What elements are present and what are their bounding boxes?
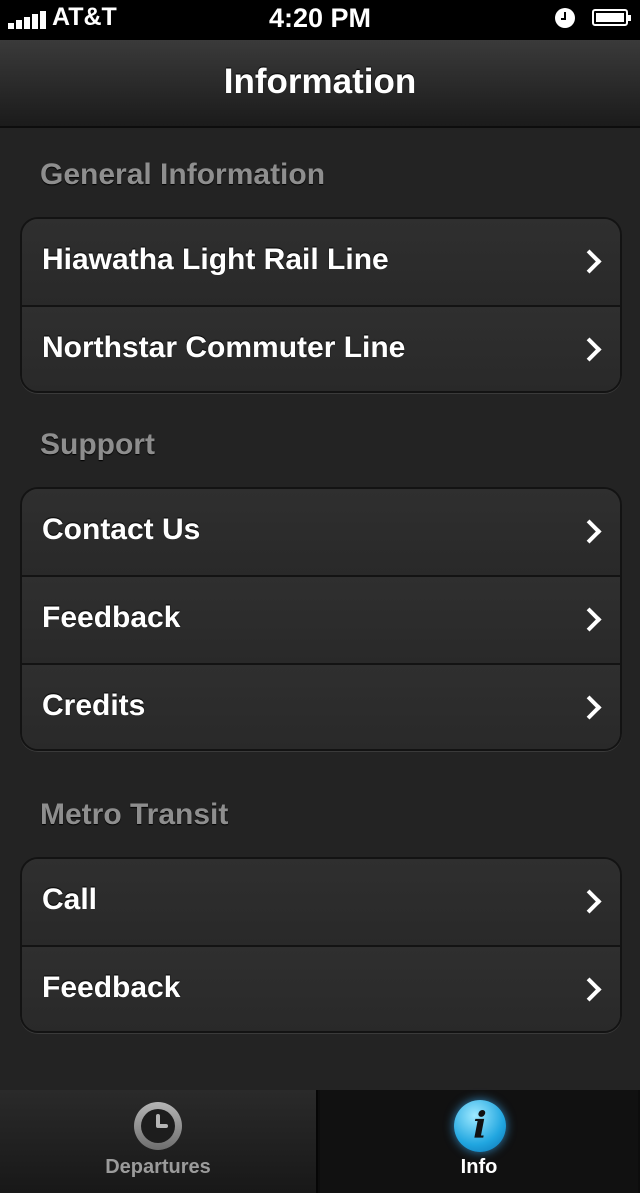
group-general-information: Hiawatha Light Rail Line Northstar Commu… [20,217,622,393]
group-support: Contact Us Feedback Credits [20,487,622,751]
row-call[interactable]: Call [22,859,620,947]
tab-bar: Departures i Info [0,1090,640,1193]
row-label: Call [42,883,98,916]
chevron-right-icon [577,889,602,914]
group-metro-transit: Call Feedback [20,857,622,1033]
status-time: 4:20 PM [268,3,372,33]
row-credits[interactable]: Credits [22,665,620,749]
status-bar: AT&T 4:20 PM [0,0,640,40]
alarm-icon [555,8,575,28]
section-title-support: Support [40,428,155,461]
clock-icon [134,1102,182,1150]
row-metro-feedback[interactable]: Feedback [22,947,620,1031]
tab-label: Info [460,1156,498,1178]
info-icon: i [454,1100,506,1152]
info-list[interactable]: General Information Hiawatha Light Rail … [0,128,640,1090]
chevron-right-icon [577,337,602,362]
chevron-right-icon [577,249,602,274]
section-title-general-information: General Information [40,158,326,191]
tab-info[interactable]: i Info [320,1090,638,1193]
tab-label: Departures [105,1156,211,1178]
row-label: Feedback [42,601,181,634]
chevron-right-icon [577,607,602,632]
row-label: Hiawatha Light Rail Line [42,243,389,276]
row-hiawatha-light-rail-line[interactable]: Hiawatha Light Rail Line [22,219,620,307]
row-contact-us[interactable]: Contact Us [22,489,620,577]
tab-departures[interactable]: Departures [0,1090,318,1193]
row-label: Feedback [42,971,181,1004]
row-northstar-commuter-line[interactable]: Northstar Commuter Line [22,307,620,391]
navigation-bar: Information [0,40,640,128]
chevron-right-icon [577,519,602,544]
chevron-right-icon [577,977,602,1002]
chevron-right-icon [577,695,602,720]
row-label: Credits [42,689,146,722]
section-title-metro-transit: Metro Transit [40,798,229,831]
row-feedback[interactable]: Feedback [22,577,620,665]
battery-icon [592,9,631,26]
page-title: Information [223,62,417,101]
row-label: Northstar Commuter Line [42,331,406,364]
row-label: Contact Us [42,513,201,546]
